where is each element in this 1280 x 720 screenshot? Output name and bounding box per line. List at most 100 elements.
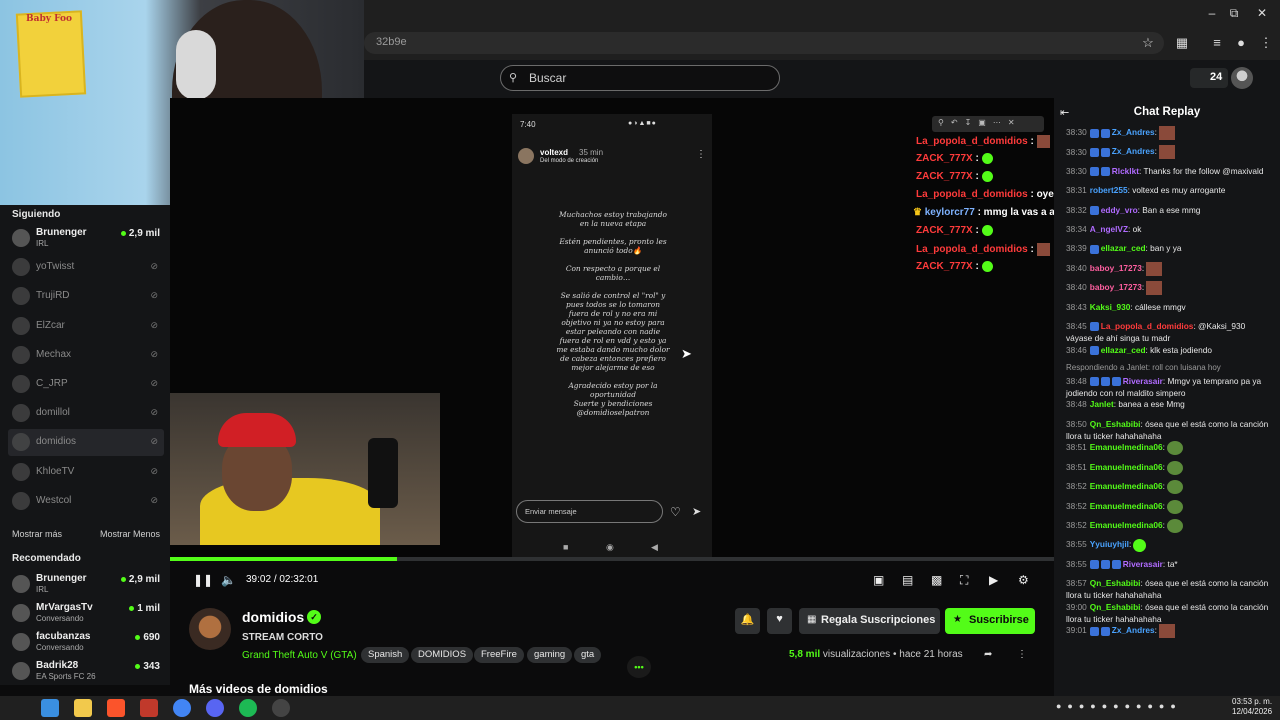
chat-username[interactable]: robert255 xyxy=(1090,185,1128,195)
settings-icon[interactable]: ⚙ xyxy=(1018,573,1029,587)
tag-gta[interactable]: gta xyxy=(574,647,602,663)
viewer-count: 343 xyxy=(135,661,160,672)
chat-username[interactable]: Qn_Eshabibi xyxy=(1090,602,1141,612)
tag-domidios[interactable]: DOMIDIOS xyxy=(411,647,474,663)
phone-back-icon: ◀ xyxy=(651,542,658,552)
profile-icon[interactable]: ● xyxy=(1232,35,1250,51)
channel-avatar[interactable] xyxy=(189,608,231,650)
discord-icon[interactable] xyxy=(206,699,224,717)
chat-username[interactable]: Zx_Andres xyxy=(1112,625,1155,635)
tag-spanish[interactable]: Spanish xyxy=(361,647,410,663)
sidebar-item-domillol[interactable]: domillol ⊘ xyxy=(8,400,164,427)
chat-username[interactable]: ellazar_ced xyxy=(1101,243,1146,253)
chat-username[interactable]: La_popola_d_domidios xyxy=(1101,321,1194,331)
chat-username[interactable]: Kaksi_930 xyxy=(1090,302,1131,312)
theater-icon[interactable]: ▤ xyxy=(902,573,913,587)
recommended-item-mrvargastv[interactable]: MrVargasTv Conversando 1 mil xyxy=(8,600,164,627)
sidebar-item-mechax[interactable]: Mechax ⊘ xyxy=(8,342,164,369)
windows-icon[interactable] xyxy=(41,699,59,717)
chat-username[interactable]: Qn_Eshabibi xyxy=(1090,578,1141,588)
chat-username[interactable]: eddy_vro xyxy=(1101,205,1138,215)
chat-username[interactable]: baboy_17273 xyxy=(1090,282,1142,292)
chat-username[interactable]: Riverasair xyxy=(1123,559,1163,569)
sidebar-item-khloetv[interactable]: KhloeTV ⊘ xyxy=(8,459,164,486)
sidebar-item-trujird[interactable]: TrujiRD ⊘ xyxy=(8,283,164,310)
clip-icon[interactable]: ▣ xyxy=(873,573,884,587)
phone-home-icon: ◉ xyxy=(606,542,614,552)
speed-icon[interactable]: ▶ xyxy=(989,573,998,587)
chat-username[interactable]: Emanuelmedina06 xyxy=(1090,520,1163,530)
notifications-bell-button[interactable]: 🔔 xyxy=(735,608,760,634)
volume-icon[interactable]: 🔈 xyxy=(221,573,236,587)
recommended-item-brunenger[interactable]: Brunenger IRL 2,9 mil xyxy=(8,571,164,598)
chat-username[interactable]: Emanuelmedina06 xyxy=(1090,501,1163,511)
follow-heart-button[interactable]: ♥ xyxy=(767,608,792,634)
share-icon[interactable]: ➦ xyxy=(984,649,992,660)
offline-icon: ⊘ xyxy=(150,378,158,388)
pause-icon[interactable]: ❚❚ xyxy=(193,573,213,587)
avatar xyxy=(12,229,30,247)
chat-username[interactable]: Emanuelmedina06 xyxy=(1090,481,1163,491)
explorer-icon[interactable] xyxy=(74,699,92,717)
channel-name[interactable]: domidios xyxy=(242,609,304,625)
sidebar-item-yotwisst[interactable]: yoTwisst ⊘ xyxy=(8,254,164,281)
search-input[interactable]: Buscar xyxy=(500,65,780,91)
chat-username[interactable]: Riverasair xyxy=(1123,376,1163,386)
system-tray[interactable]: ●●●●●●●●●●● xyxy=(1056,701,1182,711)
overlay-chat-username: La_popola_d_domidios xyxy=(916,189,1028,200)
user-avatar[interactable] xyxy=(1231,67,1253,89)
more-options-icon[interactable]: ⋮ xyxy=(1017,649,1027,660)
chat-username[interactable]: Zx_Andres xyxy=(1112,147,1155,157)
chat-timestamp: 38:46 xyxy=(1066,344,1087,355)
close-icon[interactable]: ✕ xyxy=(1252,6,1272,22)
address-bar[interactable]: 32b9e xyxy=(364,32,1164,54)
chat-username[interactable]: Emanuelmedina06 xyxy=(1090,442,1163,452)
chat-timestamp: 38:52 xyxy=(1066,520,1087,531)
minimize-icon[interactable]: – xyxy=(1202,6,1222,22)
sidebar-item-brunenger[interactable]: Brunenger IRL 2,9 mil xyxy=(8,225,164,252)
chat-username[interactable]: Qn_Eshabibi xyxy=(1090,419,1141,429)
sidebar-item-westcol[interactable]: Westcol ⊘ xyxy=(8,488,164,515)
recommended-item-facubanzas[interactable]: facubanzas Conversando 690 xyxy=(8,629,164,656)
category-link[interactable]: Grand Theft Auto V (GTA) xyxy=(242,650,357,661)
app-icon[interactable] xyxy=(140,699,158,717)
spotify-icon[interactable] xyxy=(239,699,257,717)
brave-icon[interactable] xyxy=(107,699,125,717)
chat-username[interactable]: Zx_Andres xyxy=(1112,127,1155,137)
chrome-icon[interactable] xyxy=(173,699,191,717)
capture-toolbar: ⚲↶↧▣⋯✕ xyxy=(932,116,1044,132)
chat-username[interactable]: baboy_17273 xyxy=(1090,263,1142,273)
chat-username[interactable]: Rlcklkt xyxy=(1112,166,1139,176)
story-subtitle: Del modo de creación xyxy=(540,158,599,164)
fullscreen-icon[interactable]: ⛶ xyxy=(960,573,968,588)
extensions-icon[interactable]: ▦ xyxy=(1173,35,1191,51)
obs-icon[interactable] xyxy=(272,699,290,717)
tag-gaming[interactable]: gaming xyxy=(527,647,573,663)
tag-freefire[interactable]: FreeFire xyxy=(474,647,524,663)
chat-username[interactable]: A_ngelVZ xyxy=(1090,224,1128,234)
chat-username[interactable]: ellazar_ced xyxy=(1101,345,1146,355)
media-icon[interactable]: ≡ xyxy=(1208,35,1226,51)
pip-icon[interactable]: ▩ xyxy=(931,573,942,587)
sidebar-item-c_jrp[interactable]: C_JRP ⊘ xyxy=(8,371,164,398)
chat-username[interactable]: Yyuiuyhjil xyxy=(1090,539,1129,549)
show-more-link[interactable]: Mostrar más xyxy=(12,529,62,539)
viewer-count: 2,9 mil xyxy=(121,228,160,239)
chat-timestamp: 38:51 xyxy=(1066,442,1087,453)
menu-icon[interactable]: ⋮ xyxy=(1257,35,1275,51)
chat-text: : xyxy=(1162,520,1165,531)
kick-points-badge[interactable]: 24 xyxy=(1190,68,1228,88)
chat-username[interactable]: Janlet xyxy=(1090,399,1114,409)
sidebar-item-elzcar[interactable]: ElZcar ⊘ xyxy=(8,313,164,340)
show-less-link[interactable]: Mostrar Menos xyxy=(100,529,160,539)
clock[interactable]: 03:53 p. m. 12/04/2026 xyxy=(1232,697,1272,717)
recommended-item-badrik28[interactable]: Badrik28 EA Sports FC 26 343 xyxy=(8,658,164,685)
sidebar-item-name: TrujiRD xyxy=(36,290,70,302)
gift-subs-button[interactable]: Regala Suscripciones xyxy=(799,608,940,634)
badge-icon xyxy=(1100,626,1110,636)
restore-icon[interactable]: ⧉ xyxy=(1224,6,1244,22)
chat-username[interactable]: Emanuelmedina06 xyxy=(1090,462,1163,472)
chat-timestamp: 38:51 xyxy=(1066,461,1087,472)
sidebar-item-domidios[interactable]: domidios ⊘ xyxy=(8,429,164,457)
star-icon[interactable]: ☆ xyxy=(1139,35,1157,51)
